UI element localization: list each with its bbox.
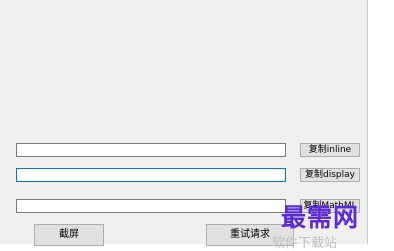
watermark-logo: 最需网 [281, 203, 360, 232]
mathml-field[interactable] [16, 199, 286, 213]
display-latex-field[interactable] [16, 168, 286, 182]
copy-display-button[interactable]: 复制display [300, 168, 360, 182]
copy-inline-button[interactable]: 复制inline [300, 143, 360, 157]
screenshot-button[interactable]: 截屏 [34, 224, 104, 246]
watermark-subtitle: 软件下载站 [272, 236, 338, 251]
inline-latex-field[interactable] [16, 143, 286, 157]
